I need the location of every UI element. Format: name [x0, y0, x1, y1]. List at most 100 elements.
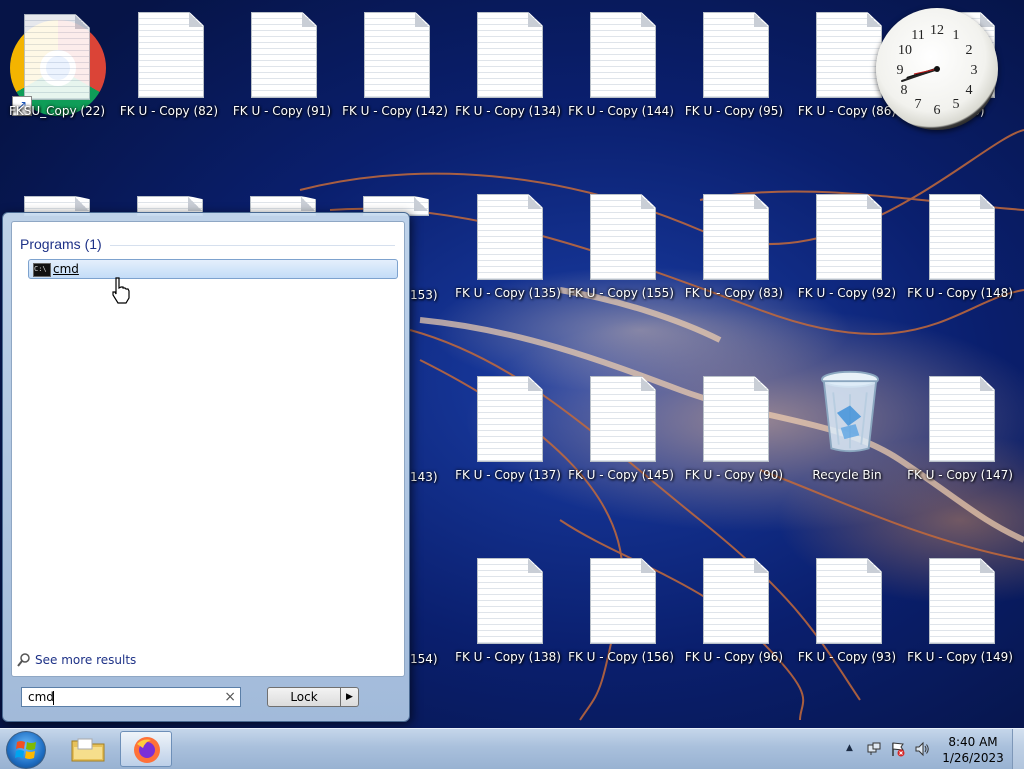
desktop-file[interactable]: FK U - Copy (149) [905, 558, 1015, 708]
desktop-file[interactable]: FK U - Copy (142) [340, 12, 450, 162]
document-icon [590, 12, 656, 98]
desktop-icon-label-partial: 154) [410, 652, 438, 666]
search-results-pane: Programs (1) C:\ cmd [11, 221, 405, 677]
desktop-file[interactable]: FK U - Copy (144) [566, 12, 676, 162]
desktop-icon-label: FK U - Copy (155) [568, 286, 674, 300]
desktop-file[interactable]: FK U - Copy (156) [566, 558, 676, 708]
desktop-icon-label-partial: 143) [410, 470, 438, 484]
start-button[interactable] [6, 731, 46, 769]
document-icon [364, 12, 430, 98]
document-icon [816, 12, 882, 98]
document-icon [138, 12, 204, 98]
document-icon [703, 194, 769, 280]
desktop-icon-label: FK U - Copy (96) [684, 650, 784, 664]
document-icon [703, 376, 769, 462]
desktop-file[interactable]: FK U - Copy (82) [114, 12, 224, 162]
desktop-file[interactable]: FK U - Copy (134) [453, 12, 563, 162]
desktop-icon-label: FK U - Copy (91) [232, 104, 332, 118]
desktop-file[interactable]: FK U - Copy (137) [453, 376, 563, 526]
desktop-file[interactable]: FK U - Copy (95) [679, 12, 789, 162]
search-input-value: cmd [28, 690, 54, 704]
clock-number: 12 [930, 23, 944, 38]
desktop-icon-label: FK U - Copy (135) [455, 286, 561, 300]
desktop-icon-label: FK U - Copy (93) [797, 650, 897, 664]
taskbar: ▲ 8:40 AM 1/26/2023 [0, 728, 1024, 769]
clock-number: 8 [901, 83, 908, 98]
desktop-file[interactable]: FK U - Copy (135) [453, 194, 563, 344]
firefox-icon [134, 737, 160, 763]
desktop-icon-label: FKSU_Copy (22) [8, 104, 106, 118]
document-icon [251, 12, 317, 98]
clock-number: 6 [934, 103, 941, 118]
recycle-bin[interactable]: Recycle Bin [792, 370, 902, 526]
clock-number: 7 [915, 97, 922, 112]
recycle-bin-icon [821, 370, 879, 453]
clock-time: 8:40 AM [948, 735, 998, 749]
document-icon [816, 194, 882, 280]
document-icon [590, 376, 656, 462]
clear-search-button[interactable]: × [224, 689, 236, 705]
desktop-file[interactable]: FK U - Copy (83) [679, 194, 789, 344]
desktop-file[interactable]: FK U - Copy (145) [566, 376, 676, 526]
desktop-file[interactable]: FK U - Copy (147) [905, 376, 1015, 526]
speaker-icon[interactable] [914, 741, 930, 757]
desktop-file[interactable]: FK U - Copy (155) [566, 194, 676, 344]
desktop-icon-label: FK U - Copy (90) [684, 468, 784, 482]
document-icon [477, 12, 543, 98]
desktop-file[interactable]: FK U - Copy (92) [792, 194, 902, 344]
search-result-cmd[interactable]: C:\ cmd [28, 259, 398, 279]
clock-face: 12 1 2 3 4 5 6 7 8 9 10 11 [897, 23, 978, 118]
show-hidden-icons-button[interactable]: ▲ [846, 743, 853, 753]
lock-button[interactable]: Lock [267, 687, 341, 707]
network-icon[interactable] [866, 741, 882, 757]
see-more-results-link[interactable]: See more results [35, 653, 136, 667]
windows-logo-icon [15, 741, 36, 759]
desktop-icon-label: FK U - Copy (145) [568, 468, 674, 482]
start-search-input[interactable]: cmd × [21, 687, 241, 707]
document-icon [477, 376, 543, 462]
document-icon [590, 194, 656, 280]
firefox-taskbar-button[interactable] [120, 731, 172, 767]
start-menu: Programs (1) C:\ cmd See more results cm… [2, 212, 410, 722]
desktop-file[interactable]: FK U - Copy (96) [679, 558, 789, 708]
document-icon [816, 558, 882, 644]
power-options-arrow-button[interactable]: ▶ [341, 687, 359, 707]
document-icon [929, 194, 995, 280]
action-center-flag-icon[interactable] [890, 741, 906, 757]
document-icon [929, 558, 995, 644]
chrome-shortcut[interactable]: ↗ FKSU_Copy (22) [2, 12, 112, 162]
clock-gadget[interactable]: 12 1 2 3 4 5 6 7 8 9 10 11 [876, 8, 998, 130]
system-clock[interactable]: 8:40 AM 1/26/2023 [938, 734, 1008, 766]
clock-date: 1/26/2023 [942, 751, 1004, 765]
desktop-icon-label: FK U - Copy (95) [684, 104, 784, 118]
document-icon [590, 558, 656, 644]
desktop-icon-label: FK U - Copy (92) [797, 286, 897, 300]
desktop-icon-label-partial: 153) [410, 288, 438, 302]
show-desktop-button[interactable] [1012, 729, 1024, 769]
desktop-icon-label: FK U - Copy (138) [455, 650, 561, 664]
folder-icon [71, 738, 105, 762]
command-prompt-icon: C:\ [33, 263, 51, 277]
desktop-file[interactable]: FK U - Copy (90) [679, 376, 789, 526]
desktop-icon-label: FK U - Copy (147) [907, 468, 1013, 482]
desktop-icon-label: FK U - Copy (148) [907, 286, 1013, 300]
document-icon [24, 14, 90, 100]
clock-minute-hand [901, 68, 938, 82]
clock-number: 5 [953, 97, 960, 112]
search-icon [17, 653, 30, 667]
search-result-label: cmd [53, 262, 79, 276]
desktop-icon-label: FK U - Copy (149) [907, 650, 1013, 664]
explorer-taskbar-button[interactable] [62, 731, 114, 767]
desktop-icon-label: FK U - Copy (137) [455, 468, 561, 482]
clock-number: 2 [966, 43, 973, 58]
desktop-icon-label: FK U - Copy (142) [342, 104, 448, 118]
clock-number: 1 [953, 28, 960, 43]
desktop-icon-label: FK U - Copy (82) [119, 104, 219, 118]
desktop-file[interactable]: FK U - Copy (138) [453, 558, 563, 708]
desktop-file[interactable]: FK U - Copy (93) [792, 558, 902, 708]
programs-section-title: Programs (1) [20, 236, 102, 252]
clock-number: 10 [898, 43, 912, 58]
desktop-file[interactable]: FK U - Copy (91) [227, 12, 337, 162]
desktop-file[interactable]: FK U - Copy (148) [905, 194, 1015, 344]
desktop-icon-label: FK U - Copy (144) [568, 104, 674, 118]
